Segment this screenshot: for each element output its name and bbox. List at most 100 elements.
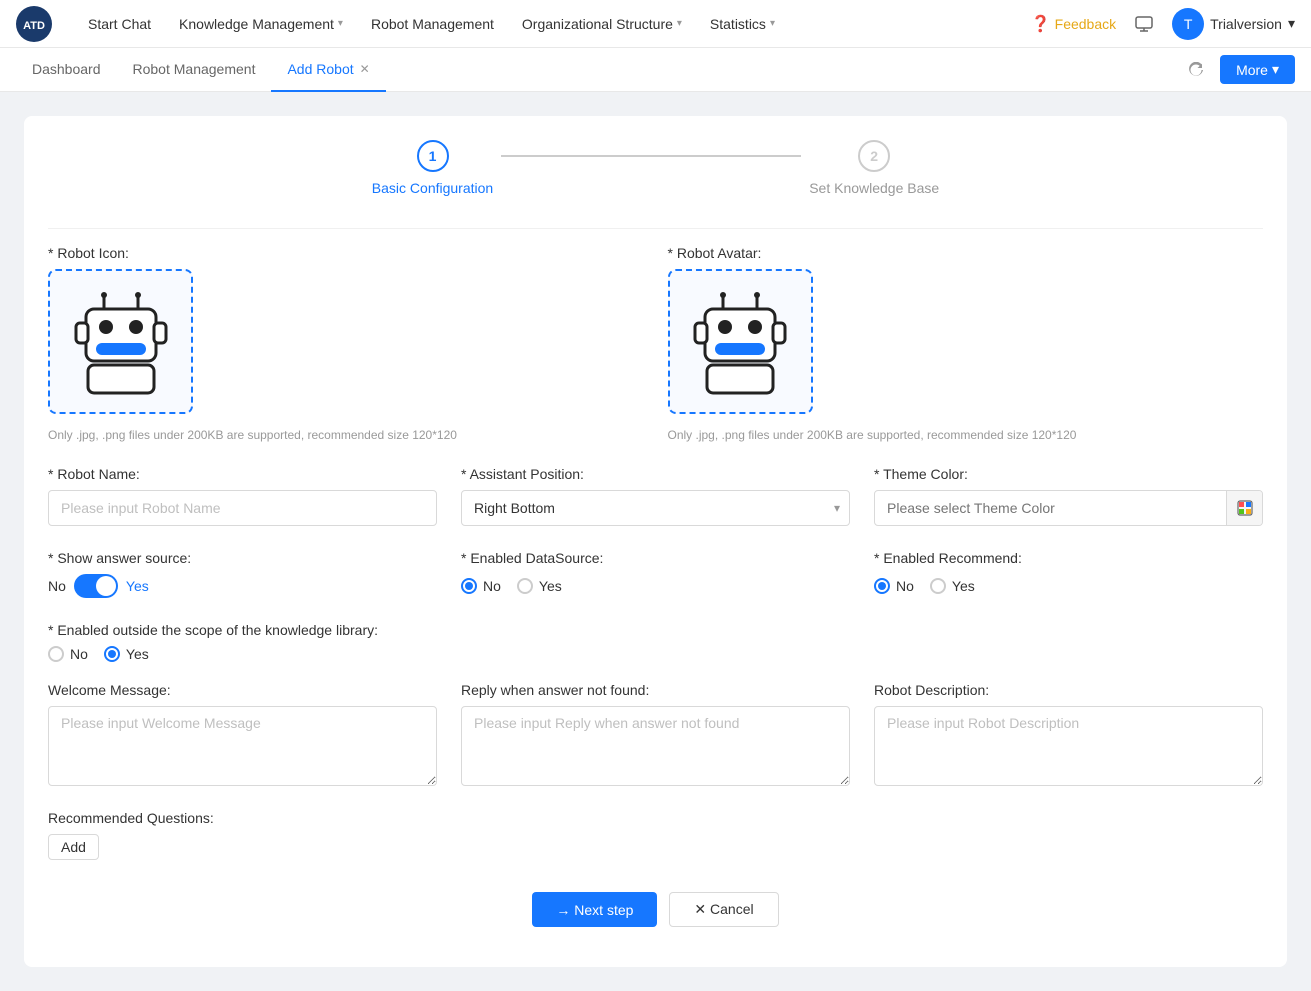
recommended-questions-section: Recommended Questions: Add	[48, 810, 1263, 860]
datasource-yes-radio[interactable]: Yes	[517, 578, 562, 594]
nav-knowledge-management[interactable]: Knowledge Management ▾	[167, 10, 355, 38]
radio-circle-unchecked	[930, 578, 946, 594]
chevron-down-icon: ▾	[1272, 61, 1279, 78]
step-2-circle: 2	[858, 140, 890, 172]
step-2-label: Set Knowledge Base	[809, 180, 939, 196]
enabled-datasource-label: * Enabled DataSource:	[461, 550, 850, 566]
radio-circle-checked	[104, 646, 120, 662]
outside-scope-row: * Enabled outside the scope of the knowl…	[48, 622, 1263, 662]
chevron-down-icon: ▾	[770, 18, 775, 29]
datasource-no-radio[interactable]: No	[461, 578, 501, 594]
toggle-thumb	[96, 576, 116, 596]
toggles-row: * Show answer source: No Yes * Enabled D…	[48, 550, 1263, 598]
theme-color-input[interactable]	[875, 500, 1226, 516]
feedback-link[interactable]: ❓ Feedback	[1031, 14, 1116, 34]
next-step-button[interactable]: → Next step	[532, 892, 657, 927]
icon-avatar-row: * Robot Icon:	[48, 245, 1263, 442]
outside-scope-radio-group: No Yes	[48, 646, 1263, 662]
radio-circle-unchecked	[48, 646, 64, 662]
tab-add-robot[interactable]: Add Robot ✕	[271, 48, 385, 92]
theme-color-label: * Theme Color:	[874, 466, 1263, 482]
avatar: T	[1172, 8, 1204, 40]
add-button[interactable]: Add	[48, 834, 99, 860]
robot-avatar-label: * Robot Avatar:	[668, 245, 1264, 261]
textarea-row: Welcome Message: Reply when answer not f…	[48, 682, 1263, 786]
show-answer-toggle-row: No Yes	[48, 574, 437, 598]
assistant-position-select[interactable]: Right Bottom Left Bottom Right Top Left …	[461, 490, 850, 526]
radio-circle-unchecked	[517, 578, 533, 594]
nav-organizational-structure[interactable]: Organizational Structure ▾	[510, 10, 694, 38]
refresh-button[interactable]	[1180, 54, 1212, 86]
chevron-down-icon: ▾	[677, 18, 682, 29]
nav-right-section: ❓ Feedback T Trialversion ▾	[1031, 8, 1295, 40]
svg-text:ATD: ATD	[23, 20, 45, 32]
robot-avatar-upload[interactable]	[668, 269, 813, 414]
robot-icon-hint: Only .jpg, .png files under 200KB are su…	[48, 428, 644, 442]
radio-circle-checked	[461, 578, 477, 594]
robot-name-group: * Robot Name:	[48, 466, 437, 526]
theme-color-group: * Theme Color:	[874, 466, 1263, 526]
recommend-no-radio[interactable]: No	[874, 578, 914, 594]
reply-not-found-label: Reply when answer not found:	[461, 682, 850, 698]
stepper: 1 Basic Configuration 2 Set Knowledge Ba…	[48, 140, 1263, 196]
tab-dashboard[interactable]: Dashboard	[16, 48, 117, 92]
chevron-down-icon: ▾	[1288, 15, 1295, 32]
toggle-yes-label: Yes	[126, 578, 149, 594]
notification-button[interactable]	[1128, 8, 1160, 40]
theme-color-wrapper	[874, 490, 1263, 526]
welcome-message-label: Welcome Message:	[48, 682, 437, 698]
recommend-radio-group: No Yes	[874, 578, 1263, 594]
welcome-message-group: Welcome Message:	[48, 682, 437, 786]
refresh-icon	[1188, 62, 1204, 78]
enabled-recommend-group: * Enabled Recommend: No Yes	[874, 550, 1263, 598]
robot-icon-image	[66, 287, 176, 397]
reply-not-found-group: Reply when answer not found:	[461, 682, 850, 786]
tab-robot-management[interactable]: Robot Management	[117, 48, 272, 92]
main-nav: Start Chat Knowledge Management ▾ Robot …	[76, 10, 1031, 38]
show-answer-toggle[interactable]	[74, 574, 118, 598]
recommend-yes-radio[interactable]: Yes	[930, 578, 975, 594]
enabled-datasource-group: * Enabled DataSource: No Yes	[461, 550, 850, 598]
datasource-radio-group: No Yes	[461, 578, 850, 594]
name-position-color-row: * Robot Name: * Assistant Position: Righ…	[48, 466, 1263, 526]
robot-avatar-image	[685, 287, 795, 397]
recommended-questions-label: Recommended Questions:	[48, 810, 1263, 826]
assistant-position-group: * Assistant Position: Right Bottom Left …	[461, 466, 850, 526]
nav-start-chat[interactable]: Start Chat	[76, 10, 163, 38]
robot-icon-group: * Robot Icon:	[48, 245, 644, 442]
robot-icon-label: * Robot Icon:	[48, 245, 644, 261]
robot-avatar-group: * Robot Avatar:	[668, 245, 1264, 442]
assistant-position-label: * Assistant Position:	[461, 466, 850, 482]
step-connector	[501, 155, 801, 157]
robot-icon-upload[interactable]	[48, 269, 193, 414]
user-info[interactable]: T Trialversion ▾	[1172, 8, 1295, 40]
form-card: 1 Basic Configuration 2 Set Knowledge Ba…	[24, 116, 1287, 967]
robot-description-textarea[interactable]	[874, 706, 1263, 786]
robot-description-label: Robot Description:	[874, 682, 1263, 698]
tab-bar: Dashboard Robot Management Add Robot ✕ M…	[0, 48, 1311, 92]
monitor-icon	[1135, 15, 1153, 33]
toggle-no-label: No	[48, 578, 66, 594]
color-picker-button[interactable]	[1226, 490, 1262, 526]
more-button[interactable]: More ▾	[1220, 55, 1295, 84]
robot-name-input[interactable]	[48, 490, 437, 526]
nav-robot-management[interactable]: Robot Management	[359, 10, 506, 38]
scope-yes-radio[interactable]: Yes	[104, 646, 149, 662]
top-navigation: ATD Start Chat Knowledge Management ▾ Ro…	[0, 0, 1311, 48]
outside-scope-label: * Enabled outside the scope of the knowl…	[48, 622, 1263, 638]
step-2: 2 Set Knowledge Base	[809, 140, 939, 196]
radio-circle-checked	[874, 578, 890, 594]
welcome-message-textarea[interactable]	[48, 706, 437, 786]
robot-description-group: Robot Description:	[874, 682, 1263, 786]
robot-avatar-hint: Only .jpg, .png files under 200KB are su…	[668, 428, 1264, 442]
color-palette-icon	[1237, 500, 1253, 516]
reply-not-found-textarea[interactable]	[461, 706, 850, 786]
cancel-button[interactable]: ✕ Cancel	[669, 892, 778, 927]
scope-no-radio[interactable]: No	[48, 646, 88, 662]
show-answer-group: * Show answer source: No Yes	[48, 550, 437, 598]
nav-statistics[interactable]: Statistics ▾	[698, 10, 787, 38]
tab-bar-right: More ▾	[1180, 54, 1295, 86]
close-tab-icon[interactable]: ✕	[360, 62, 370, 76]
logo[interactable]: ATD	[16, 6, 52, 42]
robot-name-label: * Robot Name:	[48, 466, 437, 482]
